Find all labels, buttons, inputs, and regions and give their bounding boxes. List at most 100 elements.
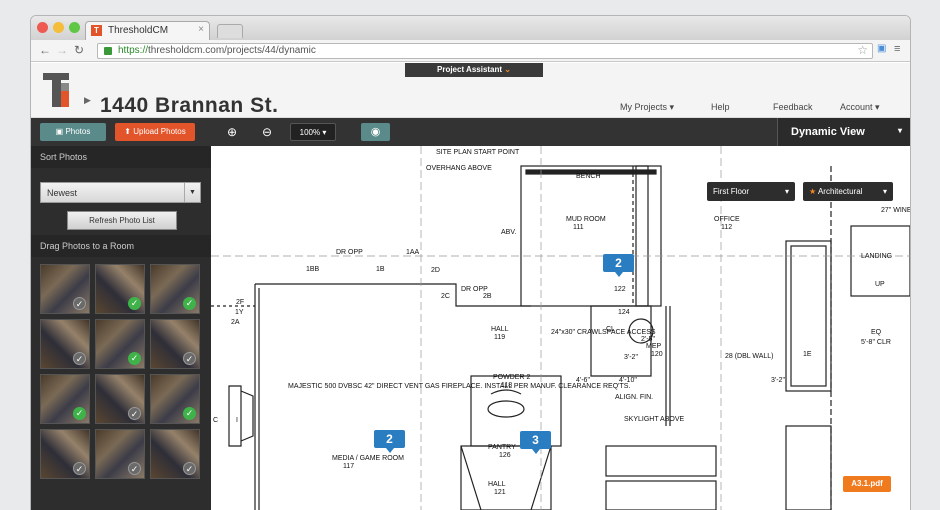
photo-thumbnail[interactable]: ✓ [95,374,145,424]
photo-thumbnail[interactable]: ✓ [150,374,200,424]
upload-icon: ⬆ [124,127,131,136]
nav-my-projects[interactable]: My Projects ▾ [620,102,674,113]
zoom-in-icon[interactable]: ⊕ [224,123,240,141]
view-select[interactable]: Dynamic View ▾ [777,118,910,146]
check-icon: ✓ [73,462,86,475]
forward-icon[interactable]: → [56,43,68,57]
floor-value: First Floor [713,187,749,196]
photo-thumbnail[interactable]: ✓ [40,374,90,424]
check-icon: ✓ [73,352,86,365]
sort-select[interactable]: Newest ▼ [40,182,201,203]
plan-label: SKYLIGHT ABOVE [624,416,685,423]
url-field[interactable]: https://thresholdcm.com/projects/44/dyna… [97,43,873,59]
photo-pin-mud-room[interactable]: 2 [603,254,634,277]
check-icon: ✓ [183,407,196,420]
project-assistant-label: Project Assistant [437,65,503,74]
plan-label: 2F [236,299,244,306]
new-tab-button[interactable] [217,24,243,38]
reload-icon[interactable]: ↻ [74,43,84,57]
project-assistant-toggle[interactable]: Project Assistant ⌄ [405,63,543,77]
photo-thumbnail[interactable]: ✓ [95,264,145,314]
check-icon: ✓ [73,297,86,310]
nav-account-label: Account [840,102,873,112]
plan-label: MAJESTIC 500 DVBSC 42" DIRECT VENT GAS F… [288,383,630,390]
photo-thumbnail[interactable]: ✓ [95,429,145,479]
floor-select[interactable]: First Floor ▾ [707,182,795,201]
photo-thumbnail[interactable]: ✓ [150,264,200,314]
photo-thumbnail[interactable]: ✓ [40,429,90,479]
floor-plan-canvas[interactable]: SITE PLAN START POINT OVERHANG ABOVE BENCH… [211,146,910,510]
plan-label: EQ [871,329,882,336]
plan-label: I [236,417,238,424]
browser-tab[interactable]: T ThresholdCM × [85,21,210,40]
plan-label: DR OPP [461,286,488,293]
extension-icon[interactable]: ▣ [877,43,886,54]
photo-thumbnail[interactable]: ✓ [150,429,200,479]
plan-label: DR OPP [336,249,363,256]
nav-my-projects-label: My Projects [620,102,668,112]
minimize-window-button[interactable] [53,22,64,33]
check-icon: ✓ [128,352,141,365]
close-window-button[interactable] [37,22,48,33]
nav-feedback[interactable]: Feedback [773,102,813,112]
photo-pin-media-room[interactable]: 2 [374,430,405,453]
refresh-photo-list-button[interactable]: Refresh Photo List [67,211,177,230]
bookmark-star-icon[interactable]: ☆ [857,43,868,57]
plan-label: 124 [618,309,630,316]
maximize-window-button[interactable] [69,22,80,33]
plan-label: 2C [441,293,450,300]
nav-account[interactable]: Account ▾ [840,102,880,113]
plan-label: 119 [494,334,505,341]
nav-help[interactable]: Help [711,102,730,112]
upload-label: Upload Photos [133,127,186,136]
photo-thumbnail[interactable]: ✓ [150,319,200,369]
visibility-eye-icon[interactable]: ◉ [361,123,390,141]
plan-label: 2A [231,319,240,326]
photo-thumbnail[interactable]: ✓ [40,319,90,369]
plan-label: 112 [721,224,732,231]
sort-value: Newest [47,188,78,198]
plan-label: 1Y [235,309,244,316]
plan-label: 4'-10" [619,377,637,384]
plan-label: ALIGN. FIN. [615,394,653,401]
photos-label: Photos [65,127,91,136]
photo-pin-pantry[interactable]: 3 [520,431,551,454]
pdf-sheet-badge[interactable]: A3.1.pdf [843,476,891,492]
plan-label: MUD ROOM [566,216,606,223]
photo-thumbnail[interactable]: ✓ [95,319,145,369]
zoom-out-icon[interactable]: ⊖ [259,123,275,141]
drag-photos-heading: Drag Photos to a Room [31,235,211,257]
plan-label: 1AA [406,249,420,256]
plan-label: 2D [431,267,440,274]
menu-icon[interactable]: ≡ [894,43,900,55]
zoom-value: 100% [299,128,321,137]
plan-label: 126 [499,452,511,459]
close-tab-icon[interactable]: × [198,24,204,35]
camera-icon: ▣ [55,127,64,136]
zoom-select[interactable]: 100% ▾ [290,123,336,141]
check-icon: ✓ [183,352,196,365]
check-icon: ✓ [128,297,141,310]
upload-photos-button[interactable]: ⬆ Upload Photos [115,123,195,141]
photo-thumbnail[interactable]: ✓ [40,264,90,314]
back-icon[interactable]: ← [39,43,51,57]
chevron-down-icon: ▼ [184,183,200,202]
url-path: thresholdcm.com/projects/44/dynamic [148,45,316,56]
plan-label: SITE PLAN START POINT [436,149,520,156]
plan-label: 121 [494,489,506,496]
plan-label: 2'-5" [641,336,655,343]
photos-button[interactable]: ▣ Photos [40,123,106,141]
plan-label: 117 [343,463,354,470]
chevron-down-icon: ▾ [882,187,887,196]
plan-label: ABV. [501,229,516,236]
layer-select[interactable]: ★ Architectural ▾ [803,182,893,201]
plan-label: POWDER 2 [493,374,530,381]
check-icon: ✓ [183,297,196,310]
sort-photos-heading: Sort Photos [31,146,211,168]
app-header: Project Assistant ⌄ ▶ 1440 Brannan St. M… [31,63,910,118]
check-icon: ✓ [128,407,141,420]
check-icon: ✓ [73,407,86,420]
plan-label: UP [875,281,885,288]
plan-label: 1B [376,266,385,273]
project-title: 1440 Brannan St. [100,94,279,117]
